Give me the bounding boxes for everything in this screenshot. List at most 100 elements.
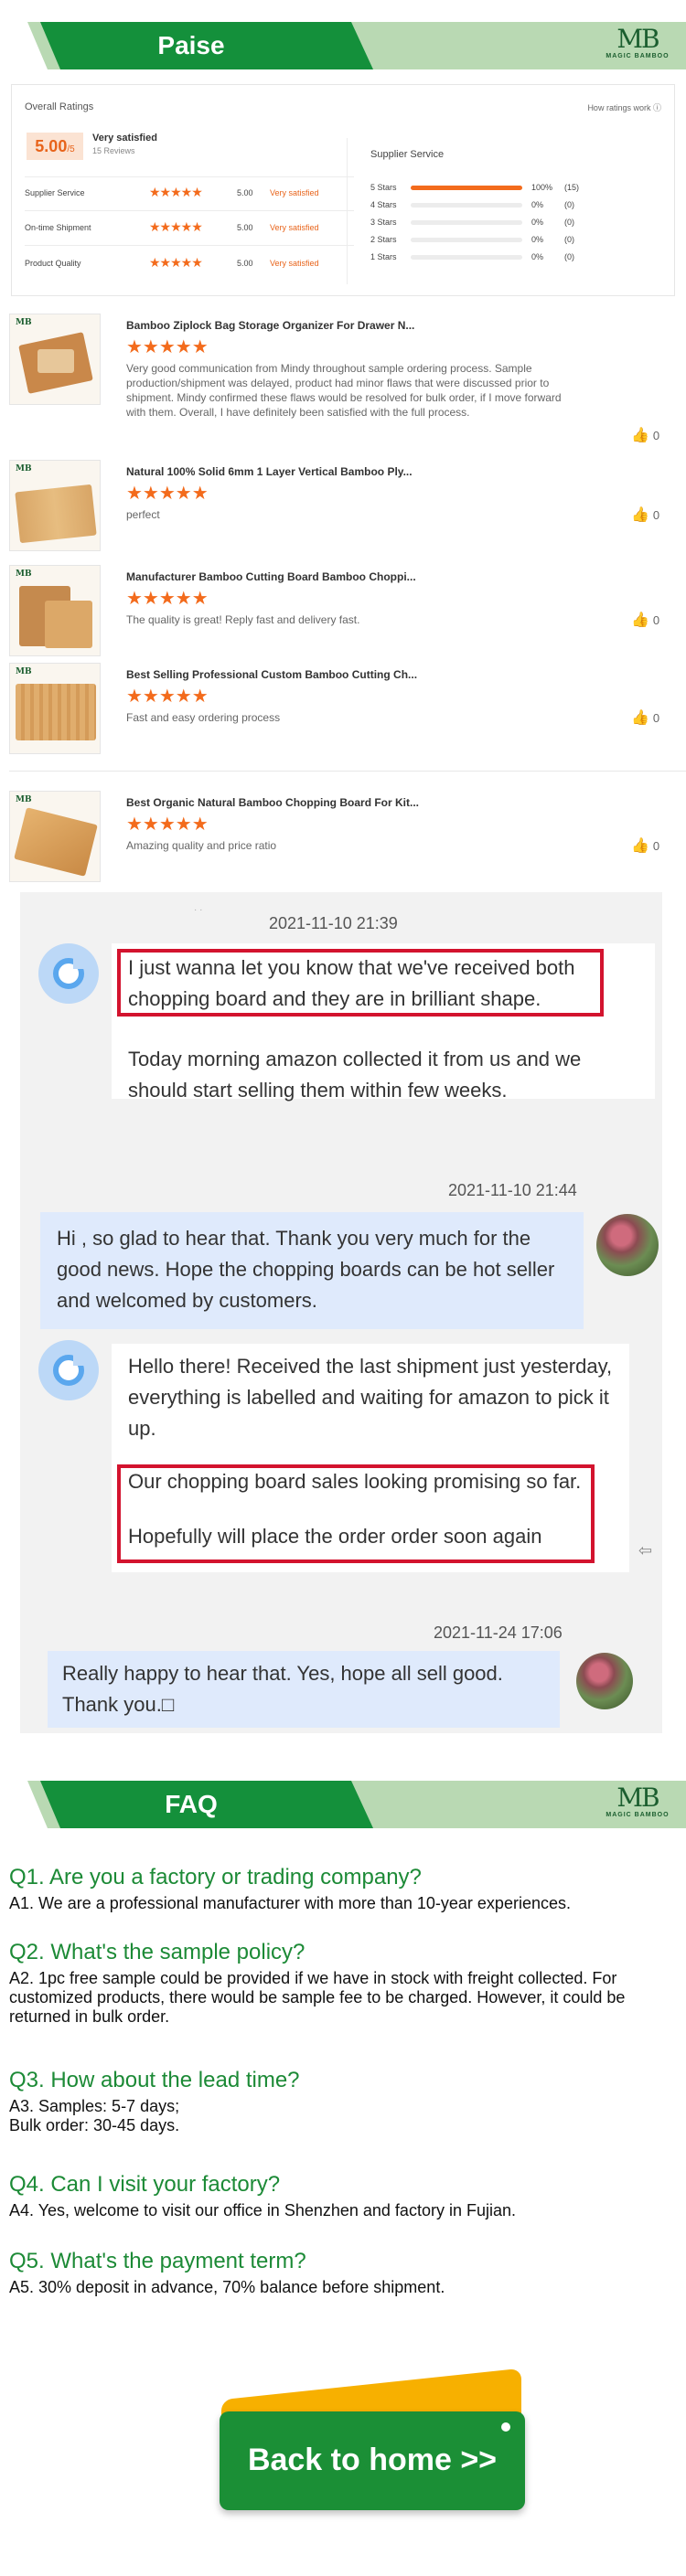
category-row: Product Quality ★★★★★ 5.00 Very satisfie… — [25, 255, 354, 273]
chat-screenshot: · · 2021-11-10 21:39 I just wanna let yo… — [20, 892, 662, 1733]
highlight-box — [117, 949, 604, 1017]
review-text: perfect — [126, 508, 160, 521]
product-image — [16, 684, 96, 740]
user-avatar — [596, 1214, 659, 1276]
product-thumbnail[interactable]: MB — [9, 460, 101, 551]
faq-answer: A3. Samples: 5-7 days; — [9, 2097, 180, 2115]
review-item: MB Natural 100% Solid 6mm 1 Layer Vertic… — [0, 460, 686, 551]
distribution-bar — [411, 186, 522, 190]
thumbs-up-icon: 👍 — [631, 612, 649, 628]
category-row: On-time Shipment ★★★★★ 5.00 Very satisfi… — [25, 219, 354, 238]
back-to-home: Back to home >> — [210, 2368, 531, 2541]
product-image-detail — [38, 349, 74, 373]
thumbs-up-icon: 👍 — [631, 507, 649, 523]
product-title-link[interactable]: Natural 100% Solid 6mm 1 Layer Vertical … — [126, 465, 413, 478]
product-thumbnail[interactable]: MB — [9, 314, 101, 405]
banner-title: FAQ — [165, 1790, 218, 1818]
chat-timestamp: 2021-11-10 21:39 — [269, 914, 398, 932]
stars-label: 5 Stars — [370, 183, 397, 192]
distribution-pct: 0% — [531, 235, 544, 244]
faq-answer: Bulk order: 30-45 days. — [9, 2116, 180, 2134]
stars-label: 4 Stars — [370, 200, 397, 209]
share-icon[interactable]: ⇦ — [638, 1541, 652, 1560]
chat-timestamp: 2021-11-10 21:44 — [448, 1181, 577, 1199]
star-rating: ★★★★★ — [126, 589, 209, 609]
how-ratings-work-link[interactable]: How ratings work ⓘ — [587, 101, 661, 113]
banner-title: Paise — [157, 31, 225, 59]
like-button[interactable]: 👍 0 — [631, 506, 659, 524]
product-title-link[interactable]: Best Organic Natural Bamboo Chopping Boa… — [126, 796, 419, 809]
bot-avatar-ring — [53, 1355, 84, 1386]
product-title-link[interactable]: Bamboo Ziplock Bag Storage Organizer For… — [126, 319, 414, 332]
star-distribution-row: 1 Stars 0% (0) — [370, 251, 599, 264]
thumb-logo: MB — [16, 569, 32, 579]
review-item: MB Bamboo Ziplock Bag Storage Organizer … — [0, 314, 686, 451]
distribution-count: (0) — [564, 200, 574, 209]
faq-question: Q3. How about the lead time? — [9, 2068, 300, 2092]
divider — [25, 176, 354, 177]
star-distribution-row: 4 Stars 0% (0) — [370, 199, 599, 212]
product-thumbnail[interactable]: MB — [9, 791, 101, 882]
thumbs-up-icon: 👍 — [631, 838, 649, 854]
product-thumbnail[interactable]: MB — [9, 565, 101, 656]
category-label: On-time Shipment — [25, 223, 91, 232]
faq-question: Q5. What's the payment term? — [9, 2249, 306, 2273]
review-item: MB Best Organic Natural Bamboo Chopping … — [0, 791, 686, 882]
score-suffix: /5 — [67, 144, 75, 154]
paise-banner: Paise MB MAGIC BAMBOO — [0, 18, 686, 73]
chat-dots: · · — [194, 905, 203, 915]
ratings-title: Overall Ratings — [25, 101, 94, 112]
distribution-count: (0) — [564, 218, 574, 227]
category-value: 5.00 — [237, 223, 253, 232]
category-label: Product Quality — [25, 259, 81, 268]
message-bubble-sent: Really happy to hear that. Yes, hope all… — [48, 1651, 560, 1728]
thumb-logo: MB — [16, 667, 32, 676]
faq-answer: A5. 30% deposit in advance, 70% balance … — [9, 2278, 445, 2296]
star-distribution-row: 3 Stars 0% (0) — [370, 217, 599, 229]
like-button[interactable]: 👍 0 — [631, 836, 659, 855]
product-title-link[interactable]: Manufacturer Bamboo Cutting Board Bamboo… — [126, 570, 416, 583]
star-rating: ★★★★★ — [149, 219, 203, 234]
distribution-pct: 0% — [531, 218, 544, 227]
distribution-count: (0) — [564, 235, 574, 244]
category-value: 5.00 — [237, 188, 253, 197]
stars-label: 3 Stars — [370, 218, 397, 227]
distribution-bar — [411, 255, 522, 260]
like-button[interactable]: 👍 0 — [631, 426, 659, 444]
thumbs-up-icon: 👍 — [631, 710, 649, 726]
product-thumbnail[interactable]: MB — [9, 663, 101, 754]
distribution-pct: 0% — [531, 200, 544, 209]
product-title-link[interactable]: Best Selling Professional Custom Bamboo … — [126, 668, 417, 681]
star-rating: ★★★★★ — [126, 484, 209, 504]
ratings-panel: Overall Ratings How ratings work ⓘ 5.00 /… — [11, 84, 675, 296]
message-bubble-sent: Hi , so glad to hear that. Thank you ver… — [40, 1212, 584, 1329]
like-count: 0 — [652, 508, 660, 522]
distribution-fill — [411, 186, 522, 190]
distribution-pct: 100% — [531, 183, 553, 192]
thumbs-up-icon: 👍 — [631, 428, 649, 443]
thumb-logo: MB — [16, 795, 32, 804]
user-avatar — [576, 1653, 633, 1709]
review-text: Amazing quality and price ratio — [126, 839, 277, 852]
message-text: Hi , so glad to hear that. Thank you ver… — [57, 1227, 555, 1312]
star-rating: ★★★★★ — [149, 255, 203, 270]
like-button[interactable]: 👍 0 — [631, 708, 659, 727]
product-image — [14, 807, 98, 877]
category-verdict: Very satisfied — [270, 188, 319, 197]
brand-logo: MB MAGIC BAMBOO — [600, 26, 675, 68]
like-button[interactable]: 👍 0 — [631, 611, 659, 629]
distribution-pct: 0% — [531, 252, 544, 261]
logo-mark: MB — [616, 1783, 659, 1813]
logo-text: MAGIC BAMBOO — [606, 53, 670, 59]
help-icon: ⓘ — [652, 103, 661, 112]
message-text: Hello there! Received the last shipment … — [128, 1355, 613, 1440]
review-text: Fast and easy ordering process — [126, 711, 281, 724]
product-image-detail — [45, 601, 92, 648]
back-to-home-button[interactable]: Back to home >> — [220, 2411, 525, 2510]
distribution-bar — [411, 220, 522, 225]
bot-avatar-ring — [53, 958, 84, 989]
chat-timestamp: 2021-11-24 17:06 — [434, 1623, 563, 1642]
message-text: Today morning amazon collected it from u… — [128, 1048, 582, 1102]
logo-mark: MB — [616, 24, 659, 54]
product-image — [15, 484, 97, 544]
